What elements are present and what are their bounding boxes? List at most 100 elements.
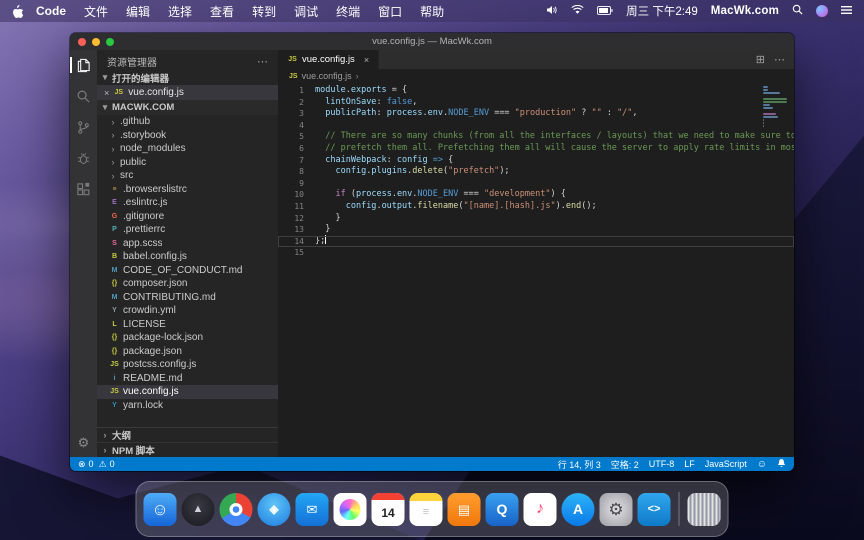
breadcrumb[interactable]: JS vue.config.js ›	[278, 69, 794, 83]
project-root-header[interactable]: ▾ MACWK.COM	[97, 100, 278, 115]
tree-item-node_modules[interactable]: ›node_modules	[97, 142, 278, 156]
menu-item-1[interactable]: 文件	[75, 3, 117, 20]
code-line-9[interactable]: 9	[278, 178, 794, 190]
line-number[interactable]: 14	[278, 236, 315, 248]
section-NPM 脚本[interactable]: ›NPM 脚本	[97, 442, 278, 457]
tree-item-vue.config.js[interactable]: JSvue.config.js	[97, 385, 278, 399]
notification-center-icon[interactable]	[841, 4, 852, 18]
dock-music-icon[interactable]: ♪	[524, 493, 557, 526]
minimize-window-button[interactable]	[92, 38, 100, 46]
line-number[interactable]: 3	[278, 108, 315, 120]
code-line-6[interactable]: 6 // prefetch them all. Prefetching them…	[278, 143, 794, 155]
code-line-8[interactable]: 8 config.plugins.delete("prefetch");	[278, 166, 794, 178]
line-number[interactable]: 12	[278, 213, 315, 225]
status-item-3[interactable]: UTF-8	[649, 459, 675, 469]
dock-mail-icon[interactable]: ✉	[296, 493, 329, 526]
tree-item-LICENSE[interactable]: LLICENSE	[97, 318, 278, 332]
open-editors-header[interactable]: ▾ 打开的编辑器	[97, 70, 278, 85]
problems-warnings[interactable]: ⚠ 0	[99, 459, 115, 470]
status-item-1[interactable]: 行 14, 列 3	[558, 458, 601, 471]
zoom-window-button[interactable]	[106, 38, 114, 46]
tree-item-composer.json[interactable]: {}composer.json	[97, 277, 278, 291]
battery-icon[interactable]	[597, 4, 613, 18]
line-number[interactable]: 2	[278, 97, 315, 109]
line-number[interactable]: 15	[278, 247, 315, 259]
line-number[interactable]: 11	[278, 201, 315, 213]
line-number[interactable]: 4	[278, 120, 315, 132]
dock-chrome-icon[interactable]	[220, 493, 253, 526]
notifications-bell-icon[interactable]	[777, 458, 786, 470]
dock-appstore-icon[interactable]: A	[562, 493, 595, 526]
tree-item-.eslintrc.js[interactable]: E.eslintrc.js	[97, 196, 278, 210]
dock-safari-icon[interactable]: ◈	[258, 493, 291, 526]
line-number[interactable]: 10	[278, 189, 315, 201]
dock-photos-icon[interactable]	[334, 493, 367, 526]
explorer-icon[interactable]	[76, 57, 92, 73]
tree-item-CONTRIBUTING.md[interactable]: MCONTRIBUTING.md	[97, 291, 278, 305]
tree-item-.prettierrc[interactable]: P.prettierrc	[97, 223, 278, 237]
status-item-2[interactable]: 空格: 2	[611, 458, 639, 471]
search-icon[interactable]	[76, 88, 92, 104]
dock-notes-icon[interactable]: ≡	[410, 493, 443, 526]
menubar-clock[interactable]: 周三 下午2:49	[626, 3, 698, 19]
menu-item-9[interactable]: 帮助	[411, 3, 453, 20]
code-line-2[interactable]: 2 lintOnSave: false,	[278, 97, 794, 109]
problems-errors[interactable]: ⊗ 0	[78, 459, 94, 470]
dock-launchpad-icon[interactable]: ▲	[182, 493, 215, 526]
tree-item-package.json[interactable]: {}package.json	[97, 345, 278, 359]
code-editor[interactable]: 1module.exports = {2 lintOnSave: false,3…	[278, 83, 794, 457]
split-editor-icon[interactable]: ⊞	[756, 53, 765, 66]
line-number[interactable]: 8	[278, 166, 315, 178]
dock-vscode-icon[interactable]: <>	[638, 493, 671, 526]
line-number[interactable]: 13	[278, 224, 315, 236]
open-editor-item[interactable]: × JS vue.config.js	[97, 85, 278, 100]
menu-item-8[interactable]: 窗口	[369, 3, 411, 20]
code-line-5[interactable]: 5 // There are so many chunks (from all …	[278, 131, 794, 143]
tab-vue-config-js[interactable]: JS vue.config.js ×	[278, 50, 379, 69]
line-number[interactable]: 1	[278, 85, 315, 97]
dock-trash-icon[interactable]	[688, 493, 721, 526]
code-line-1[interactable]: 1module.exports = {	[278, 85, 794, 97]
code-line-3[interactable]: 3 publicPath: process.env.NODE_ENV === "…	[278, 108, 794, 120]
breadcrumb-file[interactable]: vue.config.js	[302, 71, 352, 81]
menu-item-4[interactable]: 查看	[201, 3, 243, 20]
tree-item-babel.config.js[interactable]: Bbabel.config.js	[97, 250, 278, 264]
line-number[interactable]: 9	[278, 178, 315, 190]
apple-menu-icon[interactable]	[12, 5, 23, 18]
menu-item-7[interactable]: 终端	[327, 3, 369, 20]
manage-gear-icon[interactable]: ⚙	[78, 436, 90, 449]
editor-more-actions-icon[interactable]: ⋯	[774, 53, 785, 66]
siri-icon[interactable]	[816, 5, 828, 17]
dock-finder-icon[interactable]: ☺	[144, 493, 177, 526]
code-line-7[interactable]: 7 chainWebpack: config => {	[278, 155, 794, 167]
code-line-13[interactable]: 13 }	[278, 224, 794, 236]
tree-item-package-lock.json[interactable]: {}package-lock.json	[97, 331, 278, 345]
tree-item-crowdin.yml[interactable]: Ycrowdin.yml	[97, 304, 278, 318]
code-line-11[interactable]: 11 config.output.filename("[name].[hash]…	[278, 201, 794, 213]
volume-icon[interactable]	[546, 4, 558, 18]
tree-item-app.scss[interactable]: Sapp.scss	[97, 237, 278, 251]
tree-item-.storybook[interactable]: ›.storybook	[97, 129, 278, 143]
code-line-4[interactable]: 4	[278, 120, 794, 132]
dock-books-icon[interactable]: ▤	[448, 493, 481, 526]
menu-item-5[interactable]: 转到	[243, 3, 285, 20]
minimap[interactable]	[763, 86, 789, 131]
dock-settings-icon[interactable]: ⚙	[600, 493, 633, 526]
tree-item-.gitignore[interactable]: G.gitignore	[97, 210, 278, 224]
tree-item-README.md[interactable]: iREADME.md	[97, 372, 278, 386]
tree-item-.github[interactable]: ›.github	[97, 115, 278, 129]
window-titlebar[interactable]: vue.config.js — MacWk.com	[70, 33, 794, 50]
line-number[interactable]: 6	[278, 143, 315, 155]
dock-calendar-icon[interactable]: 14	[372, 493, 405, 526]
extensions-icon[interactable]	[76, 181, 92, 197]
feedback-smiley-icon[interactable]: ☺	[757, 459, 767, 470]
spotlight-icon[interactable]	[792, 4, 803, 18]
close-tab-icon[interactable]: ×	[364, 55, 369, 65]
menu-item-2[interactable]: 编辑	[117, 3, 159, 20]
line-number[interactable]: 5	[278, 131, 315, 143]
wifi-icon[interactable]	[571, 4, 584, 18]
tree-item-postcss.config.js[interactable]: JSpostcss.config.js	[97, 358, 278, 372]
code-line-12[interactable]: 12 }	[278, 213, 794, 225]
source-control-icon[interactable]	[76, 119, 92, 135]
status-item-4[interactable]: LF	[684, 459, 695, 469]
